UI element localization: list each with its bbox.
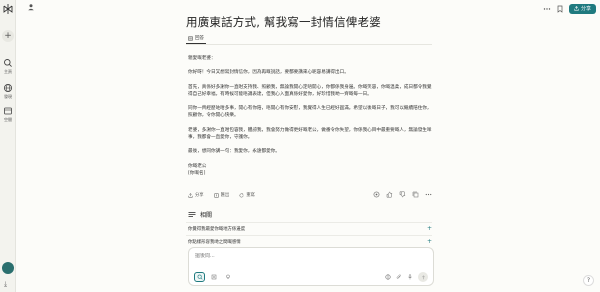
letter-paragraph: 老婆，多謝你一直咁包容我，體諒我，我會努力做得更好嘅老公，做番令你失望，你係我心… [188,127,432,141]
attach-icon[interactable] [396,274,402,280]
globe-icon[interactable] [385,274,391,280]
research-icon [211,274,216,280]
letter-signoff: 你嘅老公 [188,163,207,169]
more-icon[interactable] [543,5,551,13]
follow-up-input[interactable] [195,253,395,259]
arrow-up-icon [421,274,425,279]
export-button[interactable]: 匯出 [214,192,230,198]
download-icon[interactable]: ⤓ [4,280,12,288]
sidebar-item-home[interactable]: 主頁 [0,58,16,75]
share-answer-label: 分享 [195,193,204,198]
export-label: 匯出 [220,193,230,198]
left-sidebar: + 主頁 發現 空間 ⤓ [0,0,16,292]
plus-icon: + [426,225,432,232]
sidebar-item-label: 主頁 [4,69,12,74]
letter-signature: [你嘅名] [188,170,206,176]
page-title: 用廣東話方式, 幫我寫一封情信俾老婆 [186,15,381,29]
related-heading-label: 相關 [200,212,213,219]
help-button[interactable]: ? [583,275,594,286]
feedback-actions [373,191,432,198]
answer-body: 親愛嘅老婆： 你好呀！今日又想寫封情信你，因為再嘅說話，要都要講來心呢容易講得出… [188,55,434,177]
sidebar-item-label: 空間 [4,117,12,122]
avatar[interactable] [2,262,14,274]
tab-answer[interactable]: 回答 [188,35,204,41]
related-item[interactable]: 你覺得我最愛你嘅地方係邊度 + [188,225,432,232]
answer-actions: 分享 匯出 重寫 [188,192,255,198]
rewrite-button[interactable]: 重寫 [239,192,255,198]
letter-greeting: 親愛嘅老婆： [188,56,216,61]
related-icon [188,212,196,217]
related-heading: 相關 [188,210,212,219]
rewrite-icon [239,192,244,197]
tab-answer-label: 回答 [195,36,204,41]
answer-icon [188,36,193,40]
related-item-label: 你覺得我最愛你嘅地方係邊度 [188,227,246,232]
thumbs-down-icon[interactable] [399,191,406,198]
share-icon [188,192,193,198]
share-label: 分享 [580,5,591,12]
library-icon [4,107,12,115]
share-icon [574,6,579,11]
thumbs-up-icon[interactable] [386,191,393,198]
microphone-icon[interactable] [407,274,413,280]
lab-mode-button[interactable] [222,272,233,282]
research-mode-button[interactable] [208,272,219,282]
sidebar-item-label: 發現 [4,94,12,99]
export-icon [214,192,219,198]
sidebar-item-discover[interactable]: 發現 [0,83,16,100]
profile-icon[interactable] [27,3,35,11]
plus-icon: + [426,238,432,245]
divider [186,44,432,45]
rewrite-label: 重寫 [246,193,255,198]
search-icon [197,274,203,280]
letter-paragraph: 首先，真係好多謝你一直咁支持我、照顧我，無論我開心定唔開心，你都係我身邊。你嘅笑… [188,84,432,97]
related-item-label: 你點樣形容我哋之間嘅感情 [188,240,241,245]
more-icon[interactable] [425,191,432,198]
related-item[interactable]: 你點樣形容我哋之間嘅感情 + [188,238,432,245]
letter-paragraph: 你好呀！今日又想寫封情信你，因為再嘅說話，要都要講來心呢容易講得出口。 [188,70,349,76]
divider [186,235,432,236]
sources-icon[interactable] [373,191,380,198]
letter-paragraph: 最後，想同你講一句：我愛你，永遠都愛你。 [188,149,280,155]
search-icon [4,59,12,67]
globe-icon [4,84,12,92]
sidebar-item-spaces[interactable]: 空間 [0,106,16,123]
share-answer-button[interactable]: 分享 [188,192,204,198]
share-button[interactable]: 分享 [568,3,596,14]
new-thread-button[interactable]: + [2,30,14,42]
divider [186,222,432,223]
lightbulb-icon [225,274,230,279]
send-button[interactable] [418,272,428,282]
letter-paragraph: 同你一齊經歷咗咁多事，開心有你陪，唔開心有你安慰，我覺得人生已經好圓滿。希望以後… [188,106,432,119]
copy-icon[interactable] [412,191,419,198]
search-mode-button[interactable] [194,272,205,282]
bookmark-icon[interactable] [556,5,564,13]
app-logo-icon[interactable] [2,3,14,15]
follow-up-composer [188,247,434,286]
